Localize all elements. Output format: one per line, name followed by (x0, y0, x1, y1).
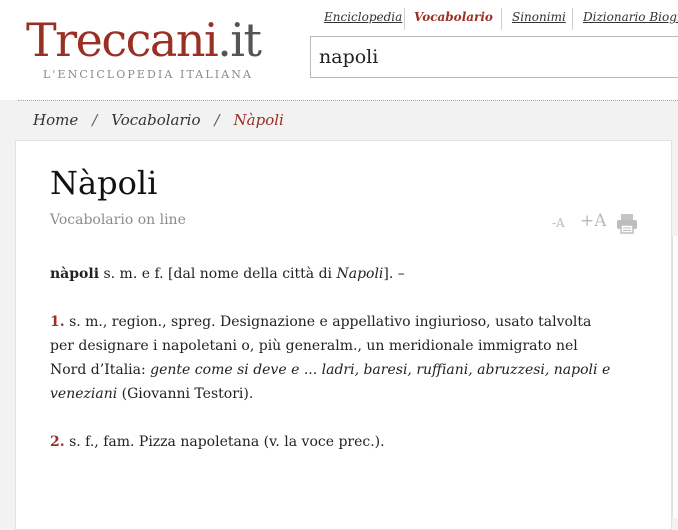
treccani-logo[interactable]: Treccani.it L'ENCICLOPEDIA ITALIANA (26, 14, 272, 86)
page-subtitle: Vocabolario on line (50, 212, 186, 228)
logo-tagline: L'ENCICLOPEDIA ITALIANA (43, 68, 254, 81)
nav-enciclopedia[interactable]: Enciclopedia (324, 10, 402, 24)
definition-text: s. f., fam. Pizza napoletana (v. la voce… (64, 434, 385, 450)
definition-1: 1. s. m., region., spreg. Designazione e… (50, 310, 615, 406)
definition-2: 2. s. f., fam. Pizza napoletana (v. la v… (50, 430, 615, 454)
site-header: Treccani.it L'ENCICLOPEDIA ITALIANA Enci… (0, 0, 678, 100)
etymology-end: ]. – (383, 266, 405, 282)
search-box[interactable] (310, 36, 678, 78)
entry-heading: nàpoli s. m. e f. [dal nome della città … (50, 262, 615, 286)
grammar-note: s. m. e f. [dal nome della città di (99, 266, 337, 282)
headword: nàpoli (50, 266, 100, 282)
top-navigation: Enciclopedia Vocabolario Sinonimi Dizion… (310, 0, 678, 34)
breadcrumb-separator: / (214, 111, 220, 129)
nav-sinonimi[interactable]: Sinonimi (512, 10, 566, 24)
definition-number: 1. (50, 314, 65, 330)
nav-separator (404, 8, 405, 30)
decrease-font-button[interactable]: -A (552, 216, 565, 230)
nav-separator (501, 8, 502, 30)
nav-vocabolario[interactable]: Vocabolario (414, 10, 493, 24)
header-divider (18, 100, 678, 101)
page-title: Nàpoli (50, 164, 158, 202)
print-icon[interactable] (616, 212, 638, 238)
breadcrumb-home[interactable]: Home (33, 111, 78, 129)
article-tools: -A +A (550, 210, 642, 236)
logo-wordmark: Treccani.it (26, 13, 262, 67)
side-column-edge (672, 236, 678, 518)
breadcrumb-current: Nàpoli (233, 111, 284, 129)
breadcrumb-separator: / (92, 111, 98, 129)
definition-number: 2. (50, 434, 65, 450)
nav-dizionario-biografico[interactable]: Dizionario Biografico (583, 10, 678, 24)
increase-font-button[interactable]: +A (580, 211, 607, 231)
nav-separator (572, 8, 573, 30)
breadcrumb: Home / Vocabolario / Nàpoli (33, 111, 284, 129)
breadcrumb-vocabolario[interactable]: Vocabolario (111, 111, 200, 129)
definition-source: (Giovanni Testori). (117, 386, 254, 402)
search-input[interactable] (319, 43, 678, 71)
etymology-city: Napoli (336, 266, 384, 282)
